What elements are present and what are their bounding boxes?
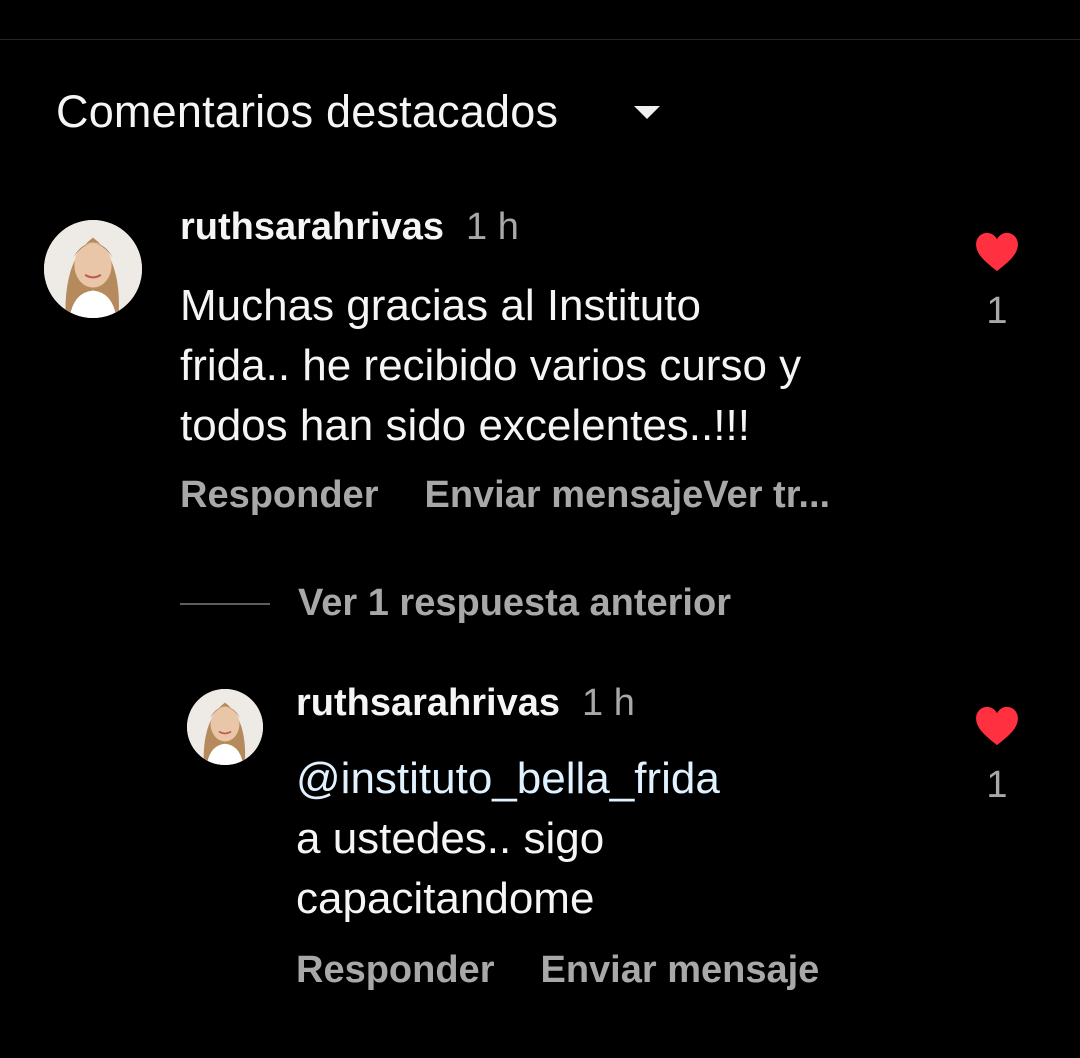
view-replies-button[interactable]: Ver 1 respuesta anterior <box>180 582 731 625</box>
comment-actions: Responder Enviar mensajeVer tr... <box>180 474 830 517</box>
comment-meta: ruthsarahrivas 1 h <box>180 206 519 249</box>
reply-text: @instituto_bella_frida a ustedes.. sigo … <box>296 749 720 929</box>
sort-label: Comentarios destacados <box>56 86 559 137</box>
comment-line: todos han sido excelentes..!!! <box>180 401 750 450</box>
heart-icon[interactable] <box>975 706 1019 746</box>
like-count: 1 <box>986 764 1008 806</box>
reply-button[interactable]: Responder <box>180 474 378 517</box>
chevron-down-icon <box>634 105 661 119</box>
mention-link[interactable]: @instituto_bella_frida <box>296 749 720 809</box>
comment-timestamp: 1 h <box>466 206 519 248</box>
replies-divider <box>180 602 270 605</box>
send-message-button[interactable]: Enviar mensaje <box>540 949 819 992</box>
reply-button[interactable]: Responder <box>296 949 494 992</box>
like-count: 1 <box>986 290 1008 332</box>
profile-photo <box>187 689 263 765</box>
comment-line: Muchas gracias al Instituto <box>180 281 701 330</box>
top-divider <box>0 39 1080 40</box>
reply-actions: Responder Enviar mensaje <box>296 949 819 992</box>
comment-text: Muchas gracias al Instituto frida.. he r… <box>180 276 801 456</box>
reply-line: a ustedes.. sigo <box>296 814 605 863</box>
reply-timestamp: 1 h <box>582 682 635 724</box>
reply-meta: ruthsarahrivas 1 h <box>296 682 635 725</box>
profile-photo <box>44 220 142 318</box>
heart-icon[interactable] <box>975 232 1019 272</box>
comment-like: 1 <box>967 232 1027 333</box>
reply-like: 1 <box>967 706 1027 807</box>
comment-line: frida.. he recibido varios curso y <box>180 341 802 390</box>
reply-line: capacitandome <box>296 874 595 923</box>
view-replies-label: Ver 1 respuesta anterior <box>298 582 731 624</box>
reply-avatar[interactable] <box>187 689 263 765</box>
reply-username[interactable]: ruthsarahrivas <box>296 682 560 725</box>
sort-selector[interactable]: Comentarios destacados <box>56 82 661 142</box>
send-message-button[interactable]: Enviar mensajeVer tr... <box>424 474 830 517</box>
comment-username[interactable]: ruthsarahrivas <box>180 206 444 249</box>
avatar[interactable] <box>44 220 142 318</box>
